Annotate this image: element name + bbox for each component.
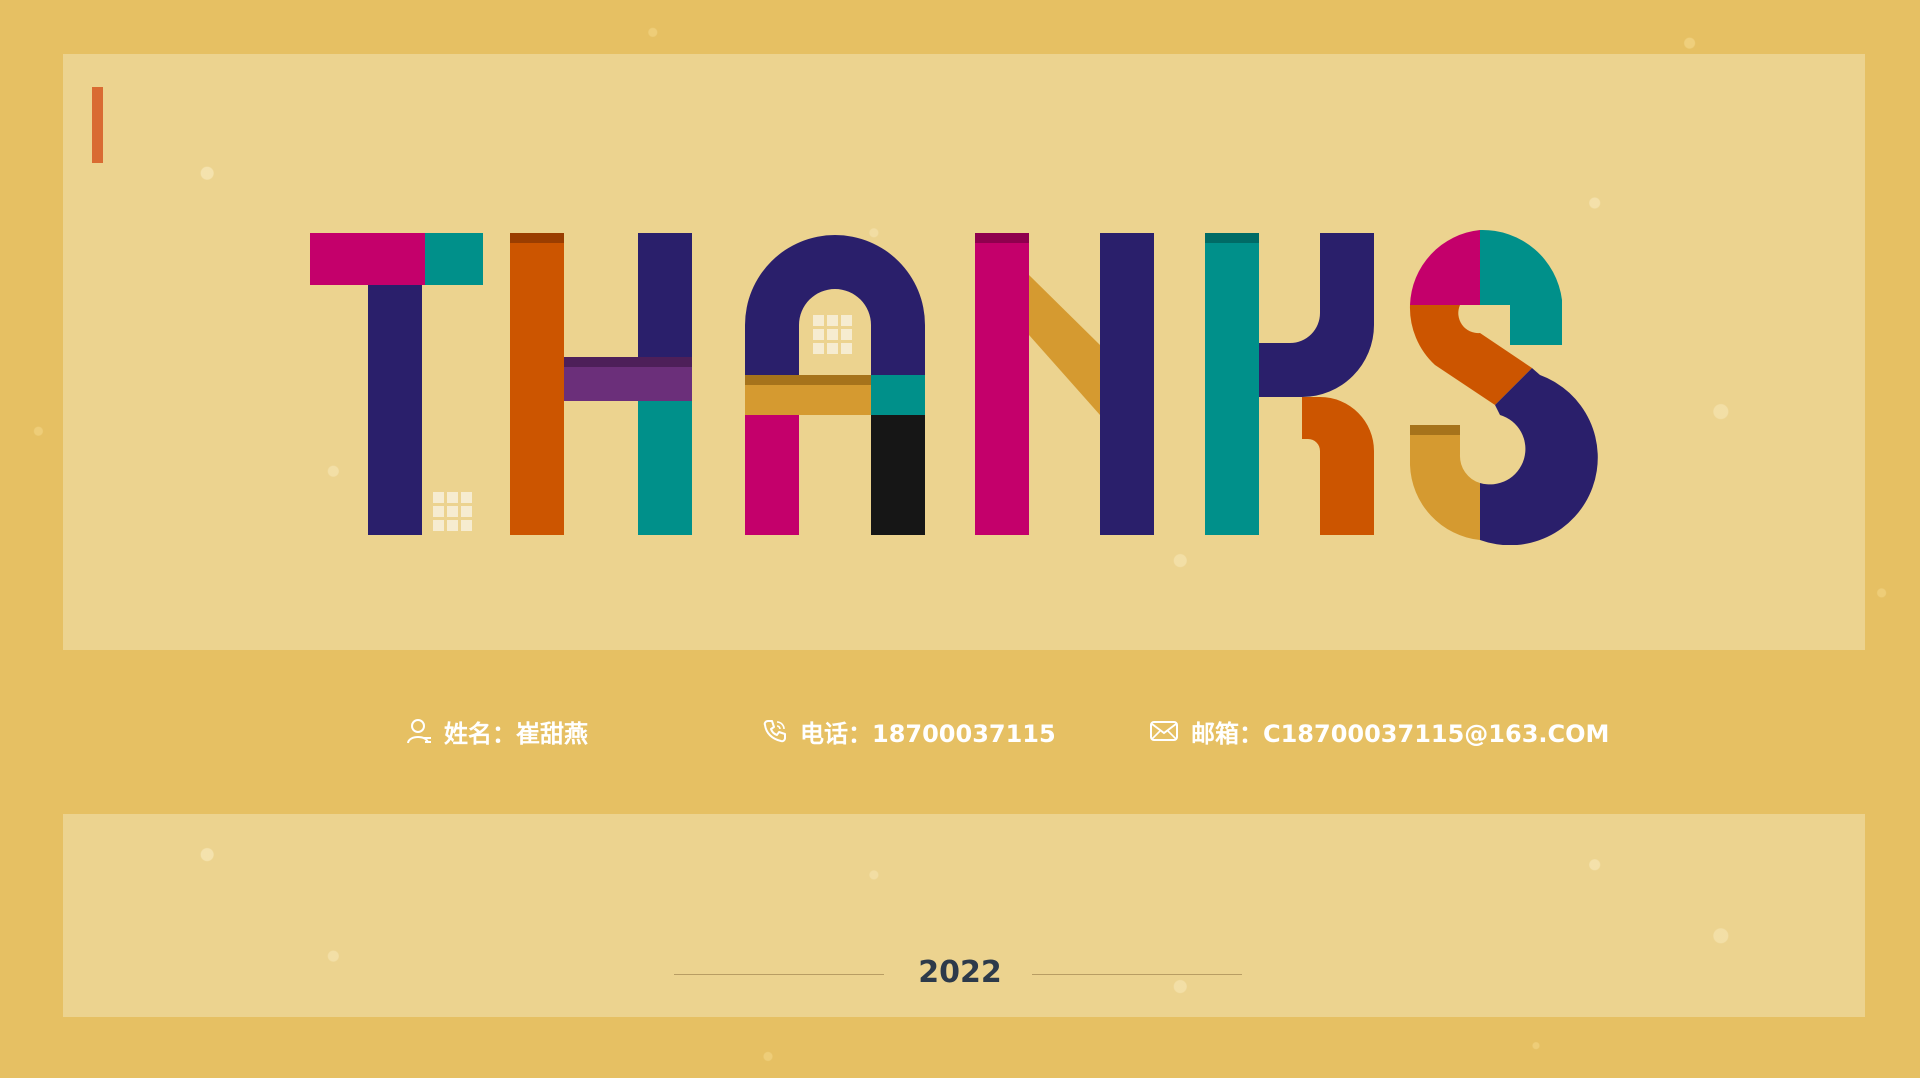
contact-email: 邮箱：C18700037115@163.COM [1149, 713, 1609, 749]
contact-email-text: 邮箱：C18700037115@163.COM [1191, 719, 1610, 748]
letter-n [975, 233, 1154, 535]
letter-s [1409, 229, 1598, 545]
phone-icon [763, 720, 786, 743]
mail-icon [1150, 721, 1178, 741]
thanks-title-art [310, 229, 1598, 545]
accent-bar [92, 87, 103, 163]
year-label: 2022 [918, 955, 1002, 990]
contact-phone: 电话：18700037115 [762, 713, 1056, 749]
window-grid-icon [433, 492, 472, 531]
person-icon [407, 719, 431, 744]
divider-left [674, 974, 884, 975]
letter-t [310, 233, 483, 535]
contact-name-text: 姓名：崔甜燕 [444, 719, 588, 748]
year-row: 2022 [0, 950, 1920, 1000]
divider-right [1032, 974, 1242, 975]
letter-k [1205, 233, 1374, 535]
letter-a [745, 235, 925, 535]
window-grid-icon [813, 315, 852, 354]
contact-phone-text: 电话：18700037115 [800, 719, 1056, 748]
letter-h [510, 233, 692, 535]
contact-name: 姓名：崔甜燕 [406, 713, 588, 749]
